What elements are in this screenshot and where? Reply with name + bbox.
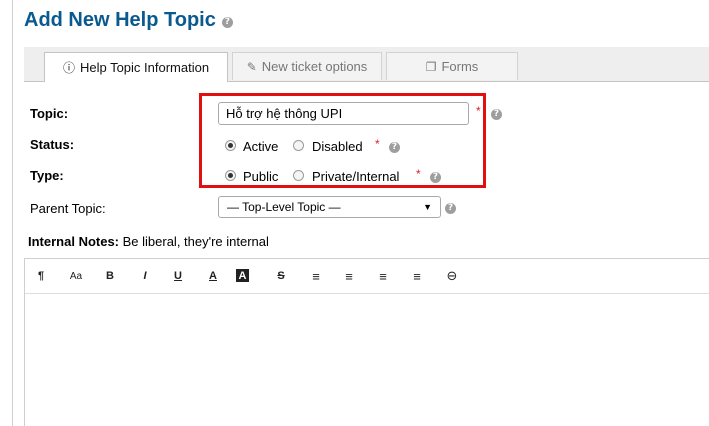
parent-topic-label: Parent Topic:	[30, 201, 106, 216]
question-icon[interactable]: ?	[389, 142, 400, 153]
underline-icon[interactable]: U	[168, 267, 188, 285]
page-title: Add New Help Topic ?	[24, 9, 233, 32]
editor-toolbar: ¶ Aa B I U A A S ≡ ≡ ≡ ≡ ⊖	[25, 259, 709, 294]
info-circle-icon: ⓘ	[62, 61, 75, 75]
ordered-list-icon[interactable]: ≡	[339, 267, 359, 285]
tab-bar: ⓘ Help Topic Information ✎ New ticket op…	[24, 47, 709, 82]
tab-label: Forms	[441, 59, 479, 74]
unordered-list-icon[interactable]: ≡	[306, 267, 326, 285]
topic-label: Topic:	[30, 106, 69, 121]
status-disabled-radio[interactable]	[293, 140, 304, 151]
type-private-radio[interactable]	[293, 170, 304, 181]
tab-help-topic-information[interactable]: ⓘ Help Topic Information	[44, 52, 228, 82]
internal-notes-title: Internal Notes:	[28, 234, 120, 249]
tab-forms[interactable]: ❐ Forms	[386, 52, 518, 80]
question-icon[interactable]: ?	[221, 17, 233, 28]
rich-text-editor: ¶ Aa B I U A A S ≡ ≡ ≡ ≡ ⊖	[24, 258, 709, 426]
paragraph-icon[interactable]: ¶	[31, 267, 51, 285]
internal-notes-label: Internal Notes: Be liberal, they're inte…	[28, 234, 269, 249]
required-marker: *	[375, 137, 380, 151]
tab-label: Help Topic Information	[79, 60, 210, 75]
type-public-radio[interactable]	[225, 170, 236, 181]
required-marker: *	[416, 167, 421, 181]
required-marker: *	[476, 104, 481, 118]
type-private-label: Private/Internal	[312, 169, 400, 184]
type-label: Type:	[30, 168, 64, 183]
internal-notes-hint: Be liberal, they're internal	[119, 234, 269, 249]
editor-content-area[interactable]	[25, 294, 709, 426]
topic-input[interactable]	[218, 102, 469, 125]
copy-icon: ❐	[425, 59, 437, 74]
background-color-icon[interactable]: A	[236, 269, 249, 282]
tab-label: New ticket options	[261, 59, 368, 74]
status-active-radio[interactable]	[225, 140, 236, 151]
strikethrough-icon[interactable]: S	[271, 267, 291, 285]
status-label: Status:	[30, 137, 75, 152]
status-active-label: Active	[243, 139, 279, 154]
type-public-label: Public	[243, 169, 279, 184]
link-icon[interactable]: ⊖	[442, 267, 462, 285]
parent-topic-value: — Top-Level Topic —	[227, 200, 341, 214]
italic-icon[interactable]: I	[135, 267, 155, 285]
question-icon[interactable]: ?	[491, 109, 502, 120]
tab-new-ticket-options[interactable]: ✎ New ticket options	[232, 52, 382, 80]
ticket-icon: ✎	[246, 59, 257, 74]
page-title-text: Add New Help Topic	[24, 9, 216, 31]
bold-icon[interactable]: B	[100, 267, 120, 285]
indent-icon[interactable]: ≡	[407, 267, 427, 285]
outdent-icon[interactable]: ≡	[373, 267, 393, 285]
page-left-border	[12, 0, 13, 426]
question-icon[interactable]: ?	[445, 203, 456, 214]
parent-topic-select[interactable]: — Top-Level Topic — ▼	[218, 196, 441, 218]
question-icon[interactable]: ?	[430, 172, 441, 183]
status-disabled-label: Disabled	[312, 139, 363, 154]
font-size-icon[interactable]: Aa	[66, 267, 86, 285]
font-color-icon[interactable]: A	[203, 267, 223, 285]
dropdown-arrow-icon: ▼	[423, 202, 432, 212]
